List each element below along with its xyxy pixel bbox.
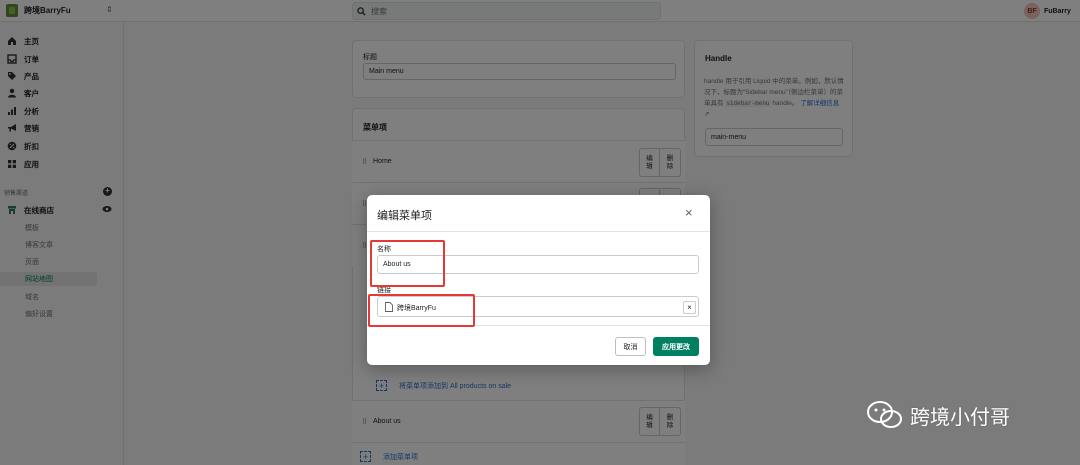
annotation-box-name — [370, 240, 445, 287]
watermark: 跨境小付哥 — [866, 400, 1010, 430]
apply-changes-button[interactable]: 应用更改 — [653, 337, 699, 356]
clear-link-icon[interactable]: × — [683, 301, 696, 314]
wechat-icon — [867, 401, 902, 428]
modal-title: 编辑菜单项 — [377, 210, 432, 222]
cancel-button[interactable]: 取消 — [615, 337, 646, 356]
close-icon[interactable]: × — [685, 206, 693, 219]
watermark-text: 跨境小付哥 — [910, 404, 1010, 429]
annotation-box-link — [368, 294, 475, 327]
modal-footer: 取消 应用更改 — [367, 325, 710, 365]
modal-header: 编辑菜单项 × — [367, 195, 710, 232]
